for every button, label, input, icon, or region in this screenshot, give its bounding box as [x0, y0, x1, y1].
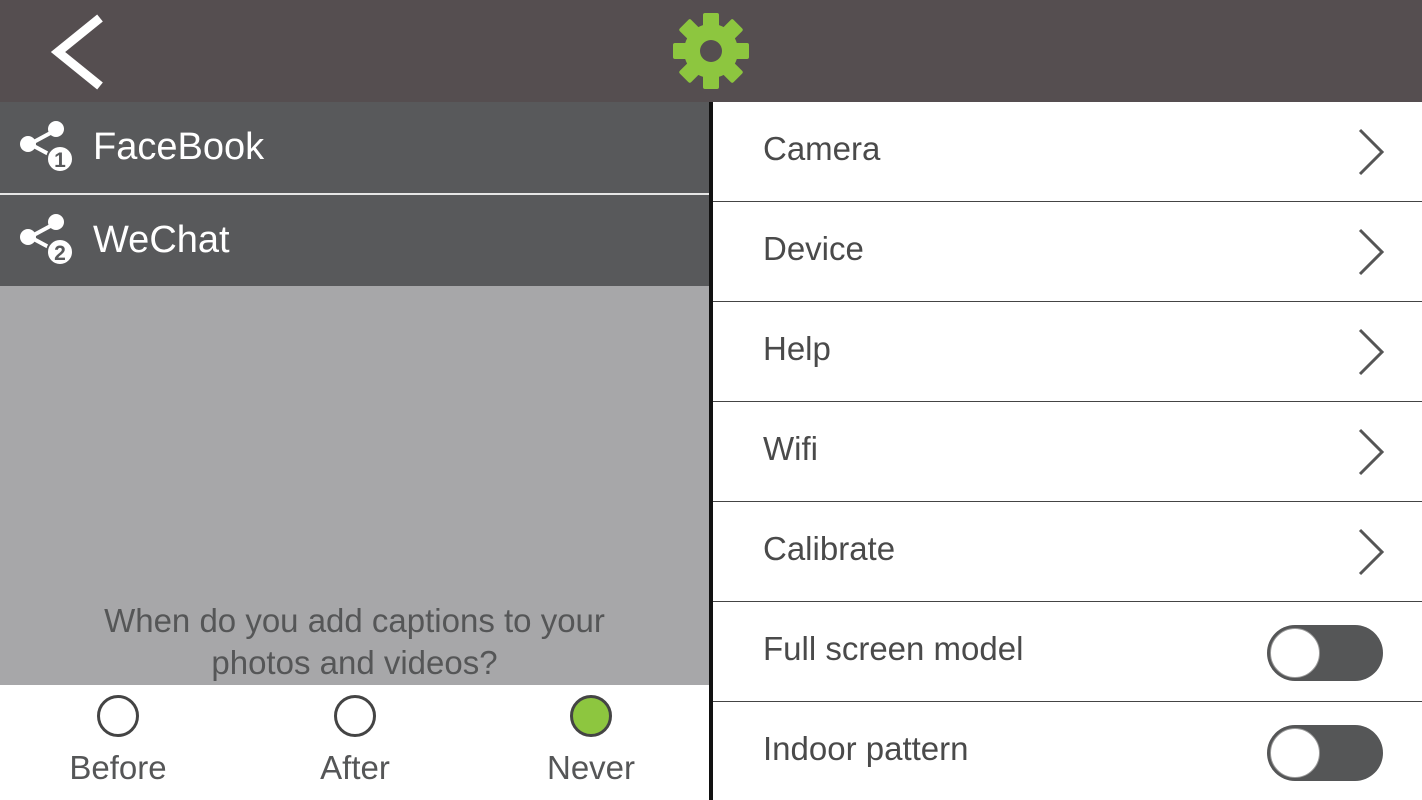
settings-item-label: Wifi [763, 430, 818, 467]
caption-options: Before After Never [0, 685, 709, 800]
radio-circle[interactable] [97, 695, 139, 737]
settings-item-help[interactable]: Help [713, 302, 1422, 402]
radio-after-label: After [320, 749, 390, 786]
radio-before[interactable]: Before [28, 685, 208, 800]
toggle-knob [1270, 728, 1320, 778]
share-badge: 1 [54, 149, 66, 172]
share-wechat-item[interactable]: 2 WeChat [0, 195, 709, 286]
radio-circle-selected[interactable] [570, 695, 612, 737]
chevron-right-icon [1358, 228, 1385, 276]
caption-question: When do you add captions to your photos … [0, 600, 709, 684]
radio-circle[interactable] [334, 695, 376, 737]
share-badge: 2 [54, 242, 66, 265]
settings-item-label: Full screen model [763, 630, 1024, 667]
chevron-right-icon [1358, 528, 1385, 576]
settings-item-label: Help [763, 330, 831, 367]
back-button[interactable] [44, 12, 114, 92]
settings-item-label: Indoor pattern [763, 730, 969, 767]
toggle-knob [1270, 628, 1320, 678]
settings-item-label: Device [763, 230, 864, 267]
indoor-pattern-toggle[interactable] [1267, 725, 1383, 781]
settings-list: Camera Device Help Wifi Calibrate Full s… [713, 102, 1422, 800]
settings-item-label: Camera [763, 130, 881, 167]
share-wechat-label: WeChat [93, 219, 230, 261]
chevron-left-icon [50, 14, 103, 90]
full-screen-toggle[interactable] [1267, 625, 1383, 681]
settings-item-full-screen: Full screen model [713, 602, 1422, 702]
radio-never[interactable]: Never [501, 685, 681, 800]
chevron-right-icon [1358, 128, 1385, 176]
radio-never-label: Never [546, 749, 636, 786]
settings-item-wifi[interactable]: Wifi [713, 402, 1422, 502]
settings-item-camera[interactable]: Camera [713, 102, 1422, 202]
radio-before-label: Before [69, 749, 167, 786]
share-facebook-label: FaceBook [93, 126, 265, 168]
settings-item-device[interactable]: Device [713, 202, 1422, 302]
gear-icon[interactable] [671, 11, 751, 91]
share-panel: 1 FaceBook 2 WeChat When do you add capt… [0, 102, 709, 800]
settings-item-label: Calibrate [763, 530, 896, 567]
chevron-right-icon [1358, 328, 1385, 376]
share-icon: 1 [20, 121, 74, 173]
chevron-right-icon [1358, 428, 1385, 476]
caption-question-line1: When do you add captions to your [104, 602, 605, 639]
settings-item-indoor-pattern: Indoor pattern [713, 702, 1422, 800]
caption-question-line2: photos and videos? [211, 644, 498, 681]
top-bar [0, 0, 1422, 102]
radio-after[interactable]: After [265, 685, 445, 800]
share-facebook-item[interactable]: 1 FaceBook [0, 102, 709, 193]
share-icon: 2 [20, 214, 74, 266]
settings-item-calibrate[interactable]: Calibrate [713, 502, 1422, 602]
